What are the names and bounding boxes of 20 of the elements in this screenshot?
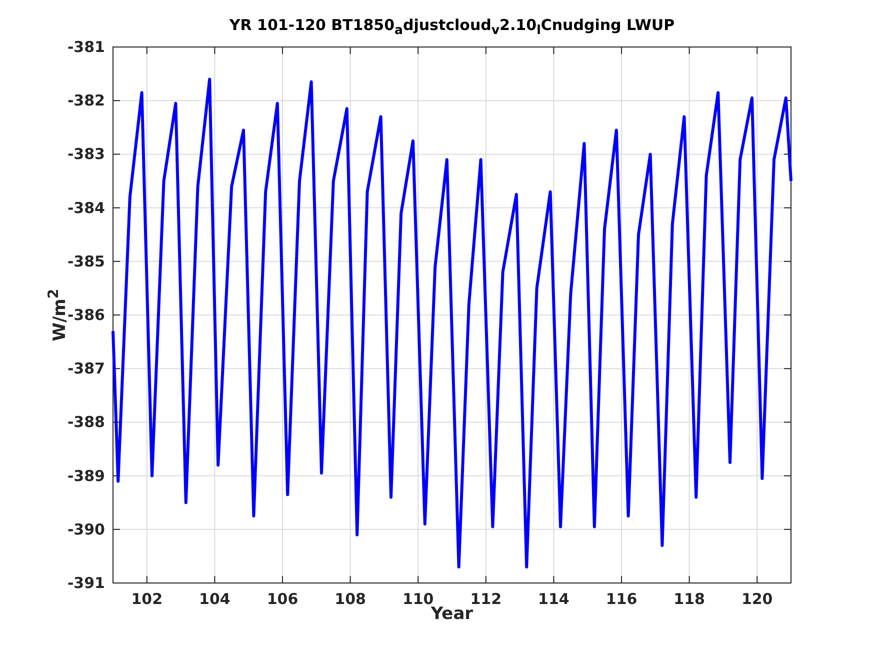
x-tick-label: 106	[266, 590, 298, 608]
y-tick-label: -390	[67, 520, 105, 538]
x-tick-label: 104	[199, 590, 230, 608]
x-tick-label: 102	[131, 590, 163, 608]
x-tick-label: 108	[334, 590, 366, 608]
y-tick-label: -382	[67, 92, 105, 110]
y-tick-label: -386	[67, 306, 105, 324]
y-tick-label: -384	[67, 198, 105, 217]
y-tick-label: -385	[67, 252, 105, 270]
y-tick-label: -387	[67, 360, 105, 378]
y-tick-label: -383	[67, 145, 105, 164]
x-tick-label: 114	[538, 590, 570, 608]
y-tick-label: -391	[67, 574, 105, 592]
x-tick-label: 116	[606, 590, 638, 608]
y-tick-label: -381	[67, 38, 105, 56]
chart-title: YR 101-120 BT1850$_{a}$djustcloud$_{v}$2.10$_{l}$Cnudging LWUP	[229, 16, 675, 34]
x-tick-label: 120	[741, 590, 773, 608]
x-tick-label: 118	[674, 590, 705, 608]
y-tick-label: -389	[67, 466, 105, 485]
y-tick-label: -388	[67, 413, 105, 432]
